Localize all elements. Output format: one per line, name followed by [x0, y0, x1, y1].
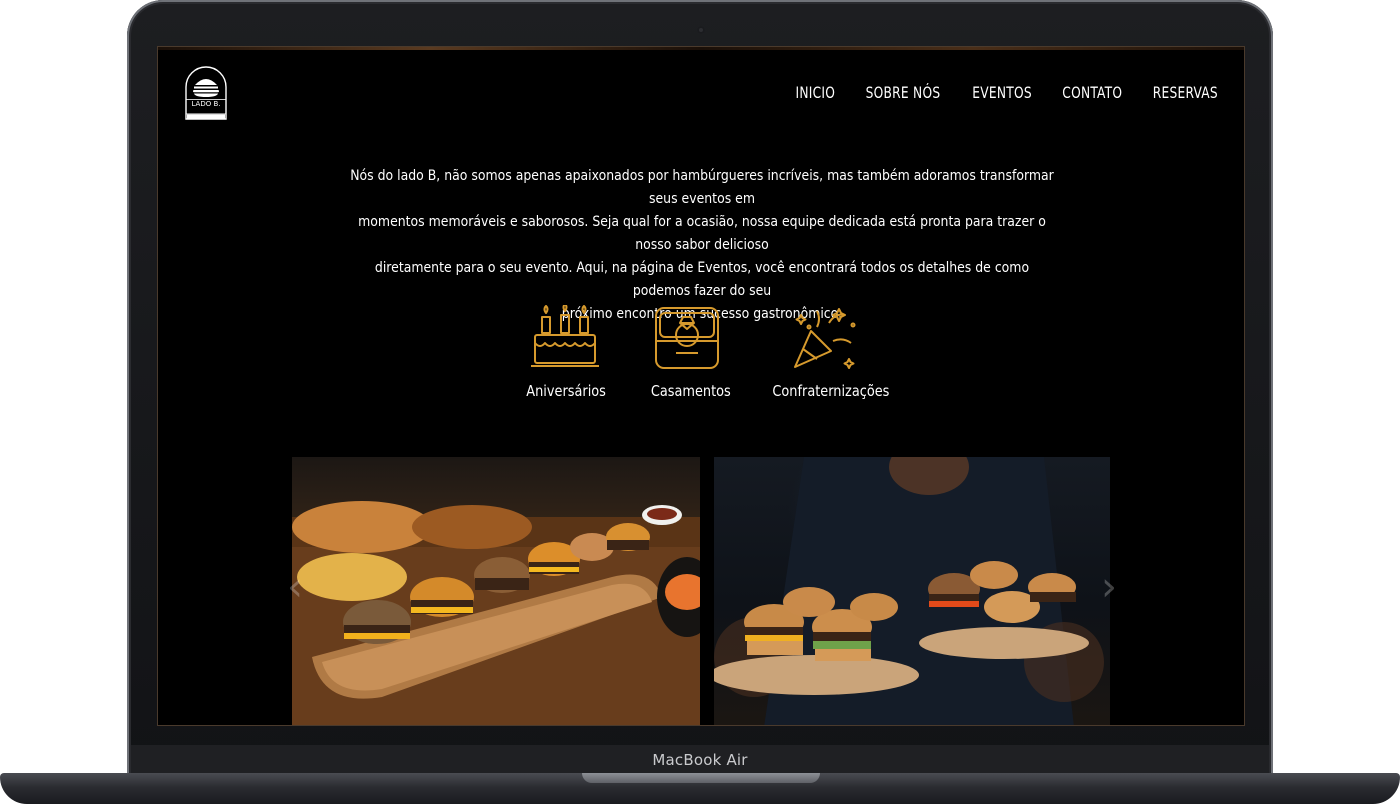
burger-logo-icon	[185, 66, 227, 120]
logo-brand-text: LADO B.	[191, 100, 221, 108]
events-intro: Nós do lado B, não somos apenas apaixona…	[288, 165, 1116, 326]
intro-line: momentos memoráveis e saborosos. Seja qu…	[358, 214, 1046, 253]
nav-reservas[interactable]: RESERVAS	[1153, 83, 1218, 102]
birthday-cake-icon	[531, 303, 599, 367]
burger-sliders-illustration	[292, 501, 700, 725]
site-logo[interactable]	[184, 65, 228, 121]
photo-carousel: ‹ ›	[287, 457, 1117, 725]
server-trays-illustration	[714, 457, 1104, 725]
event-confraternizacoes[interactable]: Confraternizações	[764, 305, 890, 400]
camera-icon	[697, 26, 705, 34]
intro-line: diretamente para o seu evento. Aqui, na …	[374, 260, 1030, 299]
wedding-ring-box-icon	[655, 307, 719, 369]
laptop-notch	[582, 773, 820, 783]
browser-viewport: LADO B. INICIO SOBRE NÓS EVENTOS CONTATO…	[157, 46, 1245, 726]
nav-sobre-nos[interactable]: SOBRE NÓS	[865, 83, 940, 102]
event-types: Aniversários Casamentos Confraternizaçõe…	[158, 303, 1244, 405]
nav-contato[interactable]: CONTATO	[1062, 83, 1122, 102]
burger-trays-photo	[714, 457, 1110, 725]
event-label: Confraternizações	[772, 382, 890, 400]
nav-eventos[interactable]: EVENTOS	[972, 83, 1032, 102]
carousel-next-button[interactable]: ›	[1094, 557, 1124, 617]
event-aniversarios[interactable]: Aniversários	[520, 303, 610, 400]
event-label: Casamentos	[650, 382, 731, 400]
burger-sliders-photo	[292, 457, 700, 725]
main-nav: INICIO SOBRE NÓS EVENTOS CONTATO RESERVA…	[792, 83, 1224, 102]
hero-edge	[158, 47, 1244, 50]
intro-line: Nós do lado B, não somos apenas apaixona…	[350, 168, 1054, 207]
nav-inicio[interactable]: INICIO	[796, 83, 836, 102]
carousel-prev-button[interactable]: ‹	[280, 557, 310, 617]
device-model-label: MacBook Air	[652, 751, 748, 769]
event-casamentos[interactable]: Casamentos	[645, 305, 731, 400]
event-label: Aniversários	[526, 382, 606, 400]
party-popper-icon	[794, 308, 856, 369]
